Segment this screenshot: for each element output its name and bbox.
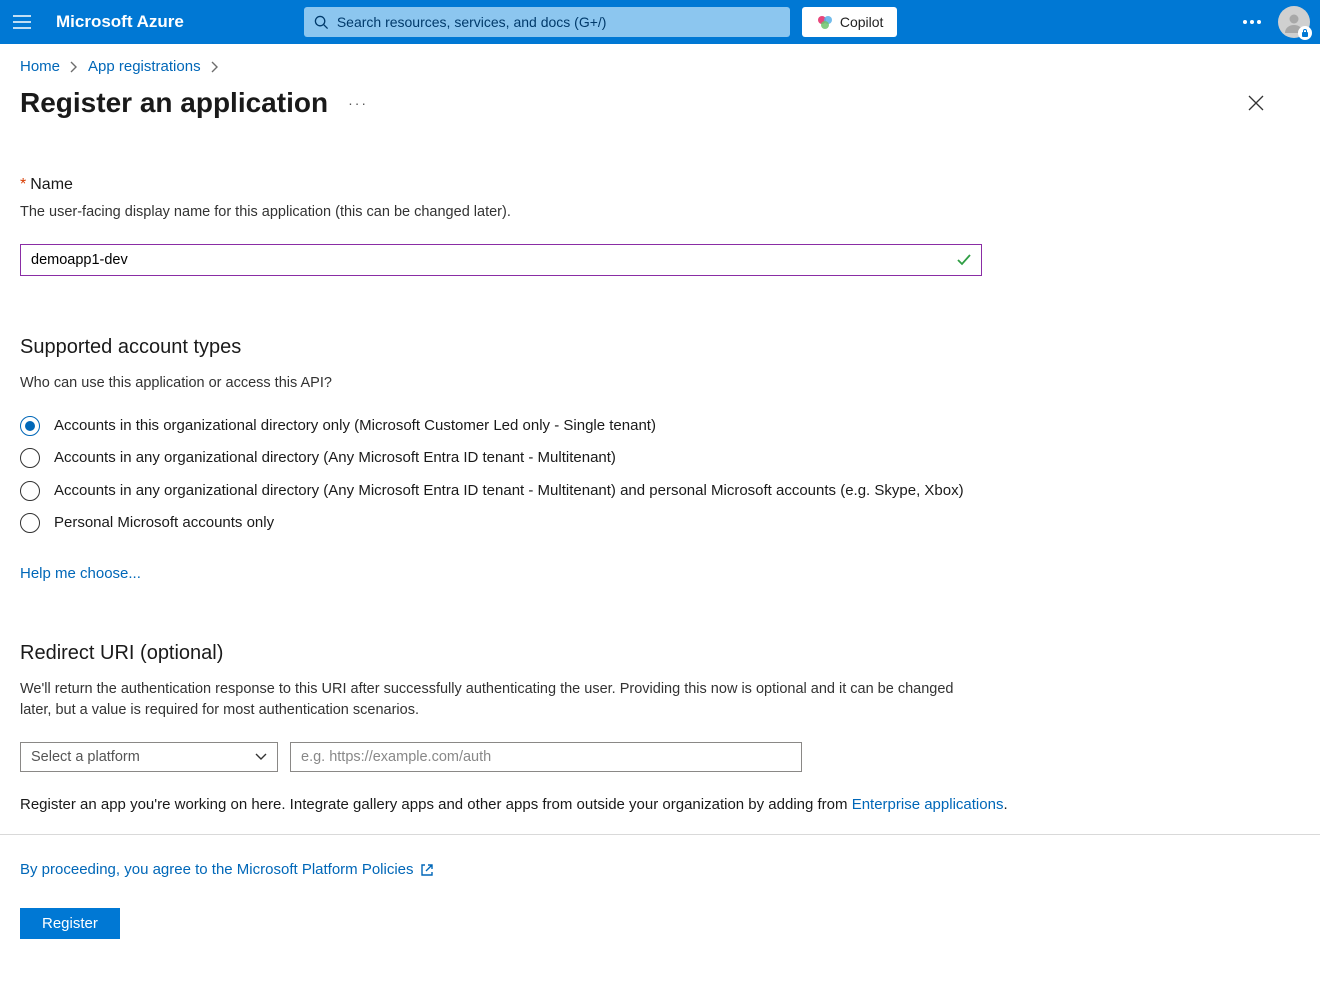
- lock-badge: [1298, 26, 1312, 40]
- lock-icon: [1301, 29, 1309, 37]
- radio-icon: [20, 513, 40, 533]
- validation-check-icon: [956, 252, 972, 268]
- form-scroll-area[interactable]: *Name The user-facing display name for t…: [0, 140, 1320, 834]
- account-types-radio-group: Accounts in this organizational director…: [20, 415, 1300, 535]
- radio-icon: [20, 481, 40, 501]
- chevron-down-icon: [255, 753, 267, 761]
- page-title-row: Register an application ···: [0, 81, 1320, 137]
- radio-label: Accounts in any organizational directory…: [54, 447, 616, 470]
- radio-icon: [20, 448, 40, 468]
- copilot-icon: [816, 13, 834, 31]
- checkmark-icon: [956, 252, 972, 268]
- help-me-choose-link[interactable]: Help me choose...: [20, 565, 141, 582]
- page-more-button[interactable]: ···: [348, 95, 368, 111]
- chevron-right-icon: [70, 61, 78, 73]
- account-type-option-multitenant-personal[interactable]: Accounts in any organizational directory…: [20, 480, 1300, 503]
- close-icon: [1248, 95, 1264, 111]
- account-types-question: Who can use this application or access t…: [20, 373, 1300, 395]
- external-link-icon: [420, 863, 434, 877]
- breadcrumb-home-link[interactable]: Home: [20, 58, 60, 75]
- brand-label[interactable]: Microsoft Azure: [56, 12, 184, 32]
- account-type-option-single-tenant[interactable]: Accounts in this organizational director…: [20, 415, 1300, 438]
- global-search-input[interactable]: [337, 14, 780, 30]
- horizontal-dots-icon: [1243, 20, 1261, 24]
- redirect-uri-input[interactable]: [290, 742, 802, 772]
- chevron-right-icon: [211, 61, 219, 73]
- app-name-input[interactable]: [20, 244, 982, 276]
- redirect-platform-select[interactable]: Select a platform: [20, 742, 278, 772]
- radio-label: Accounts in this organizational director…: [54, 415, 656, 438]
- global-search-box[interactable]: [304, 7, 790, 37]
- enterprise-applications-link[interactable]: Enterprise applications: [852, 796, 1004, 813]
- form-footer: By proceeding, you agree to the Microsof…: [0, 834, 1320, 990]
- breadcrumb-app-registrations-link[interactable]: App registrations: [88, 58, 201, 75]
- hamburger-menu-button[interactable]: [0, 15, 44, 29]
- user-avatar[interactable]: [1278, 6, 1310, 38]
- integrate-apps-text: Register an app you're working on here. …: [20, 794, 1300, 817]
- hamburger-icon: [13, 15, 31, 29]
- redirect-uri-heading: Redirect URI (optional): [20, 642, 1300, 665]
- account-types-heading: Supported account types: [20, 336, 1300, 359]
- platform-select-placeholder: Select a platform: [31, 749, 140, 765]
- name-field-label: *Name: [20, 176, 1300, 194]
- account-type-option-multitenant[interactable]: Accounts in any organizational directory…: [20, 447, 1300, 470]
- radio-label: Personal Microsoft accounts only: [54, 512, 274, 535]
- required-indicator: *: [20, 176, 26, 193]
- copilot-button[interactable]: Copilot: [802, 7, 898, 37]
- platform-policies-link[interactable]: By proceeding, you agree to the Microsof…: [20, 861, 1300, 878]
- redirect-uri-helper: We'll return the authentication response…: [20, 679, 980, 723]
- search-icon: [314, 15, 329, 30]
- top-bar: Microsoft Azure Copilot: [0, 0, 1320, 44]
- topbar-more-button[interactable]: [1232, 20, 1272, 24]
- register-button[interactable]: Register: [20, 908, 120, 939]
- close-button[interactable]: [1244, 91, 1300, 115]
- breadcrumb: Home App registrations: [0, 44, 1320, 81]
- copilot-label: Copilot: [840, 14, 884, 30]
- radio-label: Accounts in any organizational directory…: [54, 480, 964, 503]
- name-helper-text: The user-facing display name for this ap…: [20, 202, 1300, 224]
- page-title: Register an application: [20, 87, 328, 119]
- radio-icon: [20, 416, 40, 436]
- account-type-option-personal-only[interactable]: Personal Microsoft accounts only: [20, 512, 1300, 535]
